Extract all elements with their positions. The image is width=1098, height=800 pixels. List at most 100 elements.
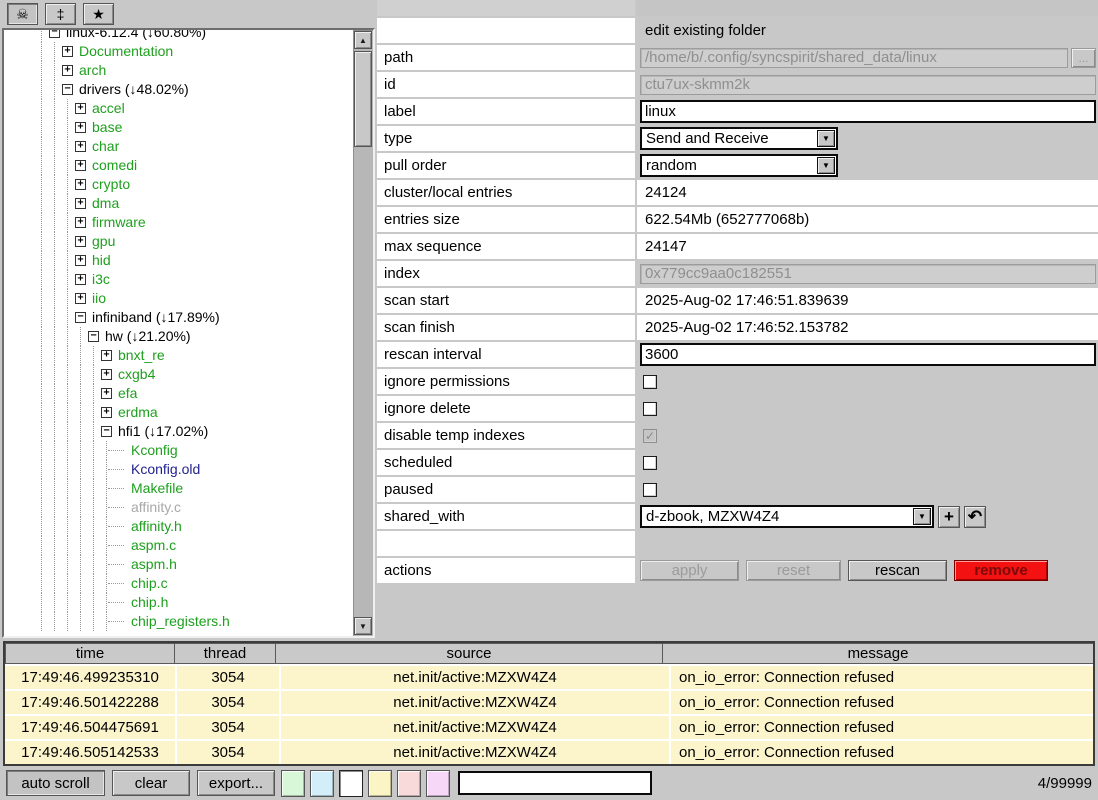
dropdown-arrow-icon[interactable]: ▼ (817, 130, 835, 147)
expand-icon[interactable]: + (75, 274, 86, 285)
form-row-ignore-permissions: ignore permissions (377, 369, 1098, 394)
tree-item[interactable]: +gpu (4, 232, 353, 251)
tree-item[interactable]: chip.c (4, 574, 353, 593)
expand-icon[interactable]: + (75, 179, 86, 190)
tree-item[interactable]: +base (4, 118, 353, 137)
collapse-icon[interactable]: − (75, 312, 86, 323)
tree-item[interactable]: +arch (4, 61, 353, 80)
tree-item[interactable]: +crypto (4, 175, 353, 194)
label-input[interactable] (640, 100, 1096, 123)
tree-item[interactable]: aspm.h (4, 555, 353, 574)
tree-scrollbar[interactable]: ▲ ▼ (353, 30, 373, 636)
tree-item-label: Makefile (131, 479, 183, 498)
collapse-icon[interactable]: − (49, 30, 60, 38)
expand-icon[interactable]: + (75, 103, 86, 114)
tree-item[interactable]: Kconfig (4, 441, 353, 460)
dropdown-arrow-icon[interactable]: ▼ (913, 508, 931, 525)
collapse-icon[interactable]: − (88, 331, 99, 342)
expand-icon[interactable]: + (101, 388, 112, 399)
tree-item[interactable]: chip_registers.h (4, 612, 353, 631)
log-level-swatch-info[interactable] (339, 770, 363, 797)
log-level-swatch-trace[interactable] (281, 770, 305, 797)
tree-item[interactable]: chip.h (4, 593, 353, 612)
expand-icon[interactable]: + (101, 369, 112, 380)
scrollbar-thumb[interactable] (354, 51, 372, 147)
shared-with-select[interactable]: d-zbook, MZXW4Z4▼ (640, 505, 934, 528)
tree-item[interactable]: −infiniband (↓17.89%) (4, 308, 353, 327)
log-level-swatch-error[interactable] (397, 770, 421, 797)
rescan-button[interactable]: rescan (848, 560, 947, 581)
tree-item-label: hid (92, 251, 111, 270)
double-dagger-icon-button[interactable]: ‡ (45, 3, 76, 25)
scroll-up-arrow-icon[interactable]: ▲ (354, 31, 372, 49)
log-source: net.init/active:MZXW4Z4 (281, 691, 669, 714)
tree-item[interactable]: affinity.c (4, 498, 353, 517)
tree-item[interactable]: +iio (4, 289, 353, 308)
log-row[interactable]: 17:49:46.4992353103054net.init/active:MZ… (5, 666, 1093, 689)
remove-button[interactable]: remove (954, 560, 1048, 581)
tree-leaf-stub (108, 545, 124, 547)
expand-icon[interactable]: + (75, 160, 86, 171)
expand-icon[interactable]: + (75, 198, 86, 209)
rescan-interval-input[interactable] (640, 343, 1096, 366)
tree-item[interactable]: +firmware (4, 213, 353, 232)
tree-item[interactable]: −drivers (↓48.02%) (4, 80, 353, 99)
dropdown-arrow-icon[interactable]: ▼ (817, 157, 835, 174)
expand-icon[interactable]: + (101, 407, 112, 418)
tree-item[interactable]: +i3c (4, 270, 353, 289)
tree-item[interactable]: +Documentation (4, 42, 353, 61)
undo-button[interactable]: ↶ (964, 506, 986, 528)
skull-icon-button[interactable]: ☠ (7, 3, 38, 25)
paused-checkbox[interactable] (643, 483, 657, 497)
tree-item[interactable]: Kconfig.old (4, 460, 353, 479)
expand-icon[interactable]: + (75, 217, 86, 228)
clear-button[interactable]: clear (112, 770, 190, 796)
tree-item[interactable]: +accel (4, 99, 353, 118)
tree-item-label: infiniband (↓17.89%) (92, 308, 220, 327)
log-level-swatch-warn[interactable] (368, 770, 392, 797)
tree-item[interactable]: +comedi (4, 156, 353, 175)
log-level-swatch-debug[interactable] (310, 770, 334, 797)
field-value-index: 0x779cc9aa0c182551 (637, 261, 1098, 286)
tree-item[interactable]: affinity.h (4, 517, 353, 536)
expand-icon[interactable]: + (62, 65, 73, 76)
expand-icon[interactable]: + (75, 122, 86, 133)
tree-item[interactable]: +bnxt_re (4, 346, 353, 365)
type-select[interactable]: Send and Receive▼ (640, 127, 838, 150)
auto-scroll-button[interactable]: auto scroll (6, 770, 105, 796)
expand-icon[interactable]: + (75, 141, 86, 152)
tree-item[interactable]: +cxgb4 (4, 365, 353, 384)
expand-icon[interactable]: + (101, 350, 112, 361)
tree-item[interactable]: −hw (↓21.20%) (4, 327, 353, 346)
pull-order-select[interactable]: random▼ (640, 154, 838, 177)
export-button[interactable]: export... (197, 770, 275, 796)
tree-item[interactable]: −hfi1 (↓17.02%) (4, 422, 353, 441)
expand-icon[interactable]: + (75, 236, 86, 247)
log-level-swatch-critical[interactable] (426, 770, 450, 797)
tree-item[interactable]: +dma (4, 194, 353, 213)
scheduled-checkbox[interactable] (643, 456, 657, 470)
log-row[interactable]: 17:49:46.5014222883054net.init/active:MZ… (5, 691, 1093, 714)
collapse-icon[interactable]: − (101, 426, 112, 437)
log-row[interactable]: 17:49:46.5044756913054net.init/active:MZ… (5, 716, 1093, 739)
collapse-icon[interactable]: − (62, 84, 73, 95)
star-icon-button[interactable]: ★ (83, 3, 114, 25)
scroll-down-arrow-icon[interactable]: ▼ (354, 617, 372, 635)
ignore-permissions-checkbox[interactable] (643, 375, 657, 389)
add-device-button[interactable]: + (938, 506, 960, 528)
tree-item[interactable]: −linux-6.12.4 (↓60.80%) (4, 30, 353, 42)
expand-icon[interactable]: + (62, 46, 73, 57)
tree-item[interactable]: aspm.c (4, 536, 353, 555)
tree-item[interactable]: +char (4, 137, 353, 156)
tree-item[interactable]: Makefile (4, 479, 353, 498)
expand-icon[interactable]: + (75, 293, 86, 304)
tree-item[interactable]: +erdma (4, 403, 353, 422)
ignore-delete-checkbox[interactable] (643, 402, 657, 416)
log-thread: 3054 (177, 716, 279, 739)
tree-item-label: hw (↓21.20%) (105, 327, 191, 346)
tree-item[interactable]: + hid (4, 251, 353, 270)
tree-item[interactable]: +efa (4, 384, 353, 403)
log-filter-input[interactable] (458, 771, 652, 795)
expand-icon[interactable]: + (75, 255, 86, 266)
log-row[interactable]: 17:49:46.5051425333054net.init/active:MZ… (5, 741, 1093, 764)
